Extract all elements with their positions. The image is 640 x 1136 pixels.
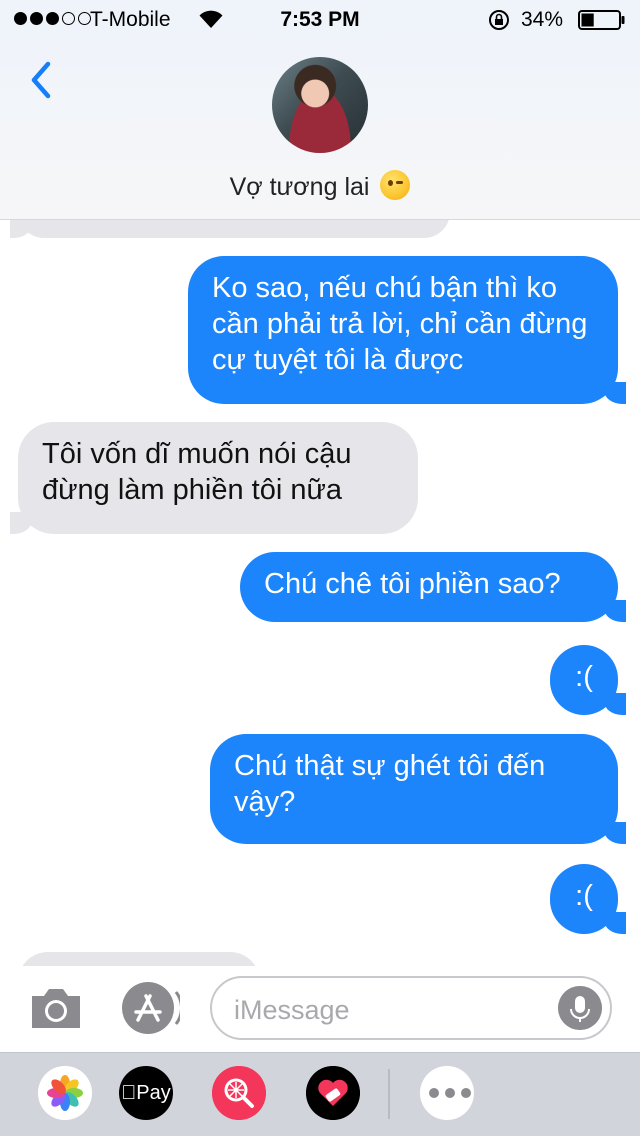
message-bubble-received[interactable]: Tôi vốn dĩ muốn nói cậu đừng làm phiền t…: [10, 422, 418, 534]
message-bubble-sent[interactable]: :(: [550, 864, 626, 934]
message-text: Ko sao, nếu chú bận thì ko cần phải trả …: [212, 272, 588, 376]
contact-avatar[interactable]: [272, 57, 368, 153]
message-bubble-sent[interactable]: Chú chê tôi phiền sao?: [240, 552, 626, 622]
rotation-lock-icon: [489, 10, 509, 30]
battery-percentage: 34%: [521, 8, 564, 31]
status-bar: T-Mobile 7:53 PM 34%: [0, 0, 640, 40]
stickers-app-icon[interactable]: [306, 1066, 360, 1120]
message-bubble-sent[interactable]: Chú thật sự ghét tôi đến vậy?: [210, 734, 626, 844]
message-text: Tôi vốn dĩ muốn nói cậu đừng làm phiền t…: [42, 438, 352, 506]
message-text: Chú thật sự ghét tôi đến vậy?: [234, 750, 546, 818]
compose-bar: iMessage: [0, 966, 640, 1052]
imessage-app-drawer: Pay: [0, 1052, 640, 1136]
drawer-divider: [388, 1069, 390, 1119]
photos-app-icon[interactable]: [38, 1066, 92, 1120]
more-apps-icon[interactable]: [420, 1066, 474, 1120]
winking-face-icon: [380, 170, 411, 200]
app-store-button[interactable]: [120, 978, 180, 1038]
search-images-app-icon[interactable]: [212, 1066, 266, 1120]
message-text: Chú chê tôi phiền sao?: [264, 568, 561, 600]
message-bubble-sent[interactable]: Ko sao, nếu chú bận thì ko cần phải trả …: [188, 256, 626, 404]
apple-pay-label: Pay: [128, 1082, 170, 1104]
contact-name-button[interactable]: Vợ tương lai: [0, 170, 640, 202]
message-text: :(: [575, 880, 593, 912]
message-input[interactable]: iMessage: [210, 976, 612, 1040]
apple-pay-app-icon[interactable]: Pay: [119, 1066, 173, 1120]
message-bubble-sent[interactable]: :(: [550, 645, 626, 715]
microphone-button[interactable]: [558, 986, 602, 1030]
back-button[interactable]: [24, 58, 60, 102]
battery-icon: [578, 10, 625, 30]
contact-name: Vợ tương lai: [229, 173, 370, 201]
message-text: :(: [575, 661, 593, 693]
conversation-header: T-Mobile 7:53 PM 34% Vợ tương lai: [0, 0, 640, 220]
message-input-placeholder: iMessage: [234, 995, 350, 1025]
camera-button[interactable]: [28, 984, 84, 1032]
apple-logo-icon: : [121, 1082, 136, 1104]
